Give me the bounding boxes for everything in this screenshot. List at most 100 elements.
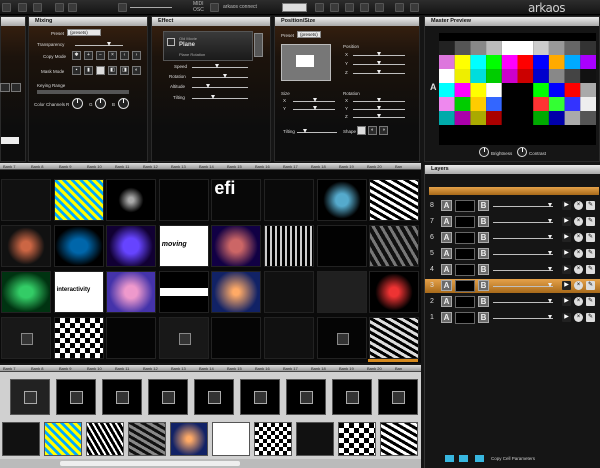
bank-tab[interactable]: Bank 10 [87,365,102,372]
position-preview-rect[interactable] [296,55,314,67]
mask-mode-a-button[interactable]: ▪ [72,66,81,75]
mask-mode-c-button[interactable] [96,66,105,75]
tilting-thumb[interactable] [210,95,215,99]
effect-scroll-buttons[interactable] [254,33,263,57]
master-preview-screen[interactable] [439,33,596,145]
shape-circle-button[interactable]: ◐ [368,126,377,135]
save-icon[interactable] [33,3,42,12]
bank-tab[interactable]: Bank 20 [367,365,382,372]
size-x-thumb[interactable] [313,98,317,102]
strip-cell[interactable] [86,422,124,456]
strip-cell[interactable] [56,379,96,415]
effect-select-box[interactable]: Old Movie Plane Plane Rotation [163,31,253,61]
clip-cell[interactable] [211,225,262,267]
clip-cell[interactable] [1,225,51,267]
close-icon[interactable]: × [574,281,583,290]
arkaos-connect-label[interactable]: arkaos connect [223,5,257,10]
volume-slider[interactable] [130,7,172,8]
layer-opacity-slider[interactable] [493,235,553,239]
layer-opacity-slider[interactable] [493,315,553,319]
close-icon[interactable]: × [574,265,583,274]
menu-icon[interactable] [2,3,11,12]
layer-b-button[interactable]: B [478,248,489,259]
position-preview-box[interactable] [281,44,331,81]
layer-row[interactable]: 4 A B ▶ × ✎ [425,263,600,277]
edit-icon[interactable]: ✎ [586,233,595,242]
rot-z-thumb[interactable] [377,114,381,118]
clip-cell[interactable] [369,271,420,313]
keying-range-bar[interactable] [37,90,129,94]
strip-cell[interactable] [240,379,280,415]
tilting-slider[interactable] [192,95,248,99]
bank-tab[interactable]: Bank 11 [115,365,129,372]
clip-cell[interactable] [106,317,157,359]
clip-cell[interactable] [53,179,104,221]
bank-tab[interactable]: Bank 19 [339,365,354,372]
bank-tab[interactable]: Bank 7 [3,365,15,372]
layer-opacity-slider[interactable] [493,299,553,303]
close-icon[interactable]: × [574,217,583,226]
clip-cell[interactable] [264,179,314,221]
brightness-knob[interactable] [479,147,489,157]
output-icon[interactable] [395,3,404,12]
bank-tab[interactable]: Bank 13 [171,163,186,170]
pos-z-thumb[interactable] [377,70,381,74]
bank-tab[interactable]: Bank 16 [255,365,270,372]
footer-btn-1[interactable] [445,455,454,462]
clip-cell[interactable] [106,179,157,221]
bank-tab[interactable]: Bank 8 [31,163,43,170]
channel-r-knob[interactable] [72,98,83,109]
altitude-thumb[interactable] [206,84,211,88]
bank-tab[interactable]: Bank 14 [199,163,214,170]
layer-a-button[interactable]: A [441,248,452,259]
position-preset-select[interactable]: (presets) [297,31,321,38]
clip-cell[interactable] [158,271,209,313]
layer-a-button[interactable]: A [441,280,452,291]
bank-tab[interactable]: Bank 7 [3,163,15,170]
copy-mode-right-button[interactable]: › [132,51,141,60]
mixing-preset-select[interactable]: (presets) [67,29,101,36]
strip-cell[interactable] [44,422,82,456]
bank-tab[interactable]: Ban [395,163,402,170]
clip-cell[interactable] [316,225,367,267]
copy-mode-star-button[interactable]: ✱ [72,51,81,60]
footer-btn-2[interactable] [459,455,468,462]
layer-b-button[interactable]: B [478,296,489,307]
clip-cell[interactable] [316,317,367,359]
footer-btn-3[interactable] [475,455,484,462]
clip-cell[interactable] [158,179,209,221]
size-x-slider[interactable] [293,98,335,102]
clip-cell[interactable] [106,271,157,313]
rot-x-slider[interactable] [353,98,405,102]
fullscreen-icon[interactable] [410,3,419,12]
copy-cell-parameters-label[interactable]: Copy Cell Parameters [491,456,535,461]
strip-cell[interactable] [194,379,234,415]
strip-cell[interactable] [212,422,250,456]
layer-b-button[interactable]: B [478,216,489,227]
play-icon[interactable]: ▶ [562,233,571,242]
close-icon[interactable]: × [574,249,583,258]
speed-thumb[interactable] [214,64,219,68]
layer-b-button[interactable]: B [478,232,489,243]
strip-cell[interactable] [170,422,208,456]
grid-icon[interactable] [375,3,384,12]
strip-cell[interactable] [2,422,40,456]
bank-tab[interactable]: Bank 11 [115,163,129,170]
bank-tab[interactable]: Bank 18 [311,163,326,170]
clip-cell[interactable] [106,225,157,267]
bank-tab[interactable]: Bank 10 [87,163,102,170]
bank-tab[interactable]: Bank 18 [311,365,326,372]
clip-cell[interactable]: moving [158,225,209,267]
edit-icon[interactable]: ✎ [586,201,595,210]
strip-cell[interactable] [102,379,142,415]
layer-row[interactable]: 3 A B ▶ × ✎ [425,279,600,293]
rot-y-slider[interactable] [353,106,405,110]
brush-icon[interactable] [330,3,339,12]
mask-mode-e-button[interactable]: ◨ [120,66,129,75]
clip-cell[interactable] [264,271,314,313]
pos-z-slider[interactable] [353,70,405,74]
bank-tab[interactable]: Bank 12 [143,365,158,372]
copy-mode-minus-button[interactable]: − [96,51,105,60]
strip-scroll-thumb[interactable] [60,461,240,466]
bank-tab[interactable]: Bank 15 [227,163,242,170]
